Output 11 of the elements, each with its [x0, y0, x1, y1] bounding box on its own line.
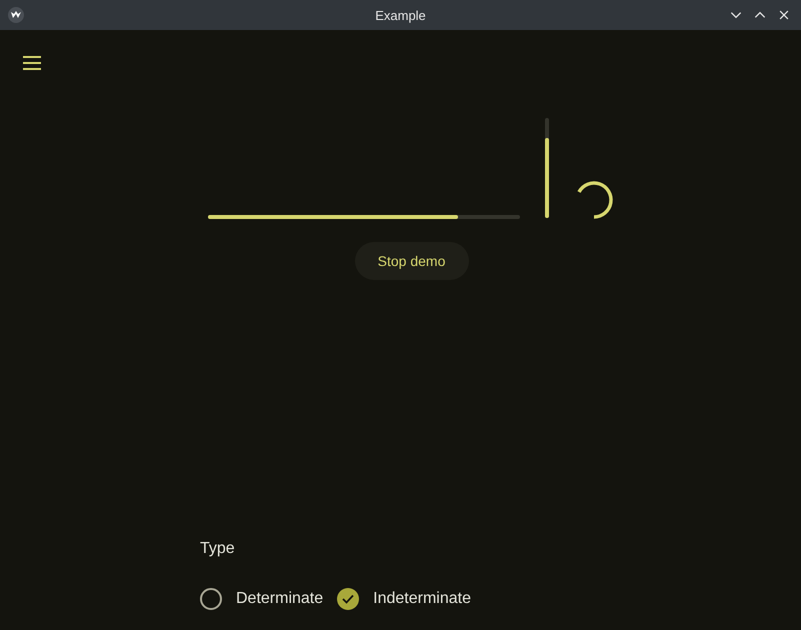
option-label: Determinate [236, 590, 324, 608]
radio-button[interactable] [337, 588, 360, 610]
type-label: Type [200, 540, 236, 558]
close-icon [777, 8, 791, 22]
option-label: Indeterminate [373, 590, 471, 608]
window-title: Example [375, 8, 426, 22]
stop-demo-button[interactable]: Stop demo [354, 242, 468, 280]
menu-button[interactable] [22, 56, 42, 70]
app-logo-icon [8, 7, 24, 23]
check-icon [342, 594, 354, 604]
radio-button[interactable] [200, 588, 222, 610]
